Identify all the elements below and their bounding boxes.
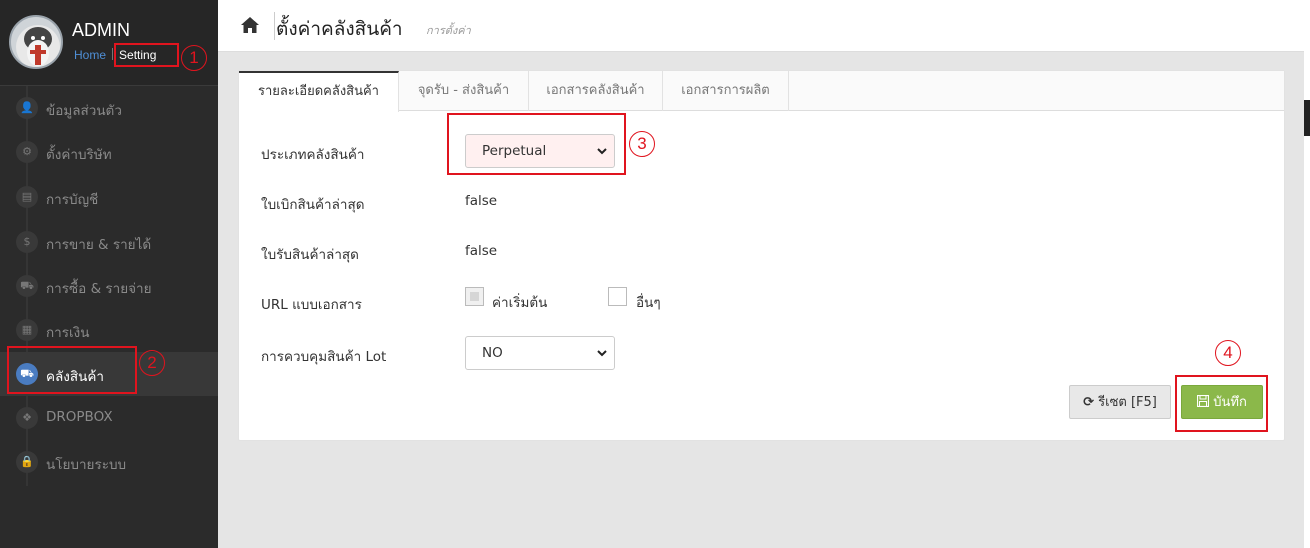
- latest-receipt-label: ใบรับสินค้าล่าสุด: [261, 247, 359, 263]
- page-title: ตั้งค่าคลังสินค้า: [276, 18, 403, 40]
- annotation-box-2: [7, 346, 137, 394]
- sidebar-item-3[interactable]: ▤ การบัญชี: [0, 175, 218, 219]
- sidebar-item-label: การขาย & รายได้: [46, 237, 152, 253]
- home-link[interactable]: Home: [74, 48, 106, 62]
- link-divider: [112, 48, 114, 60]
- admin-name: ADMIN: [72, 20, 130, 40]
- sidebar-item-label: DROPBOX: [46, 409, 113, 425]
- sidebar: ADMIN Home Setting 👤 ข้อมูลส่วนตัว ⚙ ตั้งค่า…: [0, 0, 218, 548]
- lot-control-label: การควบคุมสินค้า Lot: [261, 349, 387, 365]
- sidebar-item-label: ข้อมูลส่วนตัว: [46, 103, 122, 119]
- chevron-down-icon: [597, 350, 607, 357]
- sidebar-item-label: นโยบายระบบ: [46, 457, 127, 473]
- url-doc-label: URL แบบเอกสาร: [261, 297, 362, 313]
- tab-bar: รายละเอียดคลังสินค้า จุดรับ - ส่งสินค้า …: [239, 71, 1284, 112]
- sidebar-item-label: ตั้งค่าบริษัท: [46, 147, 112, 163]
- sidebar-item-2[interactable]: ⚙ ตั้งค่าบริษัท: [0, 130, 218, 174]
- page-subtitle: การตั้งค่า: [426, 24, 471, 37]
- profile-panel: ADMIN Home Setting: [0, 0, 218, 86]
- lot-control-value: NO: [482, 345, 503, 361]
- url-default-label: ค่าเริ่มต้น: [492, 295, 548, 311]
- avatar[interactable]: [9, 15, 63, 69]
- lot-control-select[interactable]: NO: [465, 336, 615, 370]
- tab-production-documents[interactable]: เอกสารการผลิต: [663, 71, 789, 111]
- tab-pickup-delivery[interactable]: จุดรับ - ส่งสินค้า: [399, 71, 529, 111]
- gear-icon: ⚙: [16, 141, 38, 163]
- annotation-box-1: [114, 43, 179, 67]
- book-icon: ▤: [16, 186, 38, 208]
- tab-warehouse-details[interactable]: รายละเอียดคลังสินค้า: [239, 71, 399, 112]
- user-icon: 👤: [16, 97, 38, 119]
- sidebar-item-4[interactable]: $ การขาย & รายได้: [0, 220, 218, 264]
- annotation-number-2: 2: [139, 350, 165, 376]
- annotation-number-4: 4: [1215, 340, 1241, 366]
- sidebar-item-label: การซื้อ & รายจ่าย: [46, 281, 152, 297]
- cart-icon: ⛟: [16, 275, 38, 297]
- url-other-label: อื่นๆ: [636, 295, 661, 311]
- home-icon[interactable]: [240, 16, 260, 34]
- page-header: ตั้งค่าคลังสินค้า การตั้งค่า: [218, 0, 1304, 52]
- lock-icon: 🔒: [16, 451, 38, 473]
- latest-issue-label: ใบเบิกสินค้าล่าสุด: [261, 197, 365, 213]
- latest-issue-value: false: [465, 193, 498, 209]
- annotation-number-1: 1: [181, 45, 207, 71]
- sidebar-item-label: การบัญชี: [46, 192, 99, 208]
- reset-button[interactable]: ⟳ รีเซต [F5]: [1069, 385, 1171, 419]
- latest-receipt-value: false: [465, 243, 498, 259]
- annotation-box-3: [447, 113, 626, 175]
- settings-panel: รายละเอียดคลังสินค้า จุดรับ - ส่งสินค้า …: [238, 70, 1285, 441]
- url-other-checkbox[interactable]: [608, 287, 627, 306]
- sidebar-item-8[interactable]: ❖ DROPBOX: [0, 396, 218, 440]
- tab-warehouse-documents[interactable]: เอกสารคลังสินค้า: [529, 71, 663, 111]
- sidebar-item-1[interactable]: 👤 ข้อมูลส่วนตัว: [0, 86, 218, 130]
- url-default-checkbox[interactable]: [465, 287, 484, 306]
- sidebar-item-5[interactable]: ⛟ การซื้อ & รายจ่าย: [0, 264, 218, 308]
- dropbox-icon: ❖: [16, 407, 38, 429]
- header-divider: [274, 12, 275, 40]
- annotation-box-4: [1175, 375, 1268, 432]
- calendar-icon: ▦: [16, 319, 38, 341]
- scrollbar-track[interactable]: [1304, 0, 1310, 548]
- warehouse-type-label: ประเภทคลังสินค้า: [261, 147, 365, 163]
- sidebar-item-9[interactable]: 🔒 นโยบายระบบ: [0, 440, 218, 484]
- sidebar-item-label: การเงิน: [46, 325, 90, 341]
- scrollbar-thumb[interactable]: [1304, 100, 1310, 136]
- reset-button-label: รีเซต [F5]: [1098, 395, 1157, 410]
- refresh-icon: ⟳: [1083, 395, 1095, 410]
- dollar-icon: $: [16, 231, 38, 253]
- annotation-number-3: 3: [629, 131, 655, 157]
